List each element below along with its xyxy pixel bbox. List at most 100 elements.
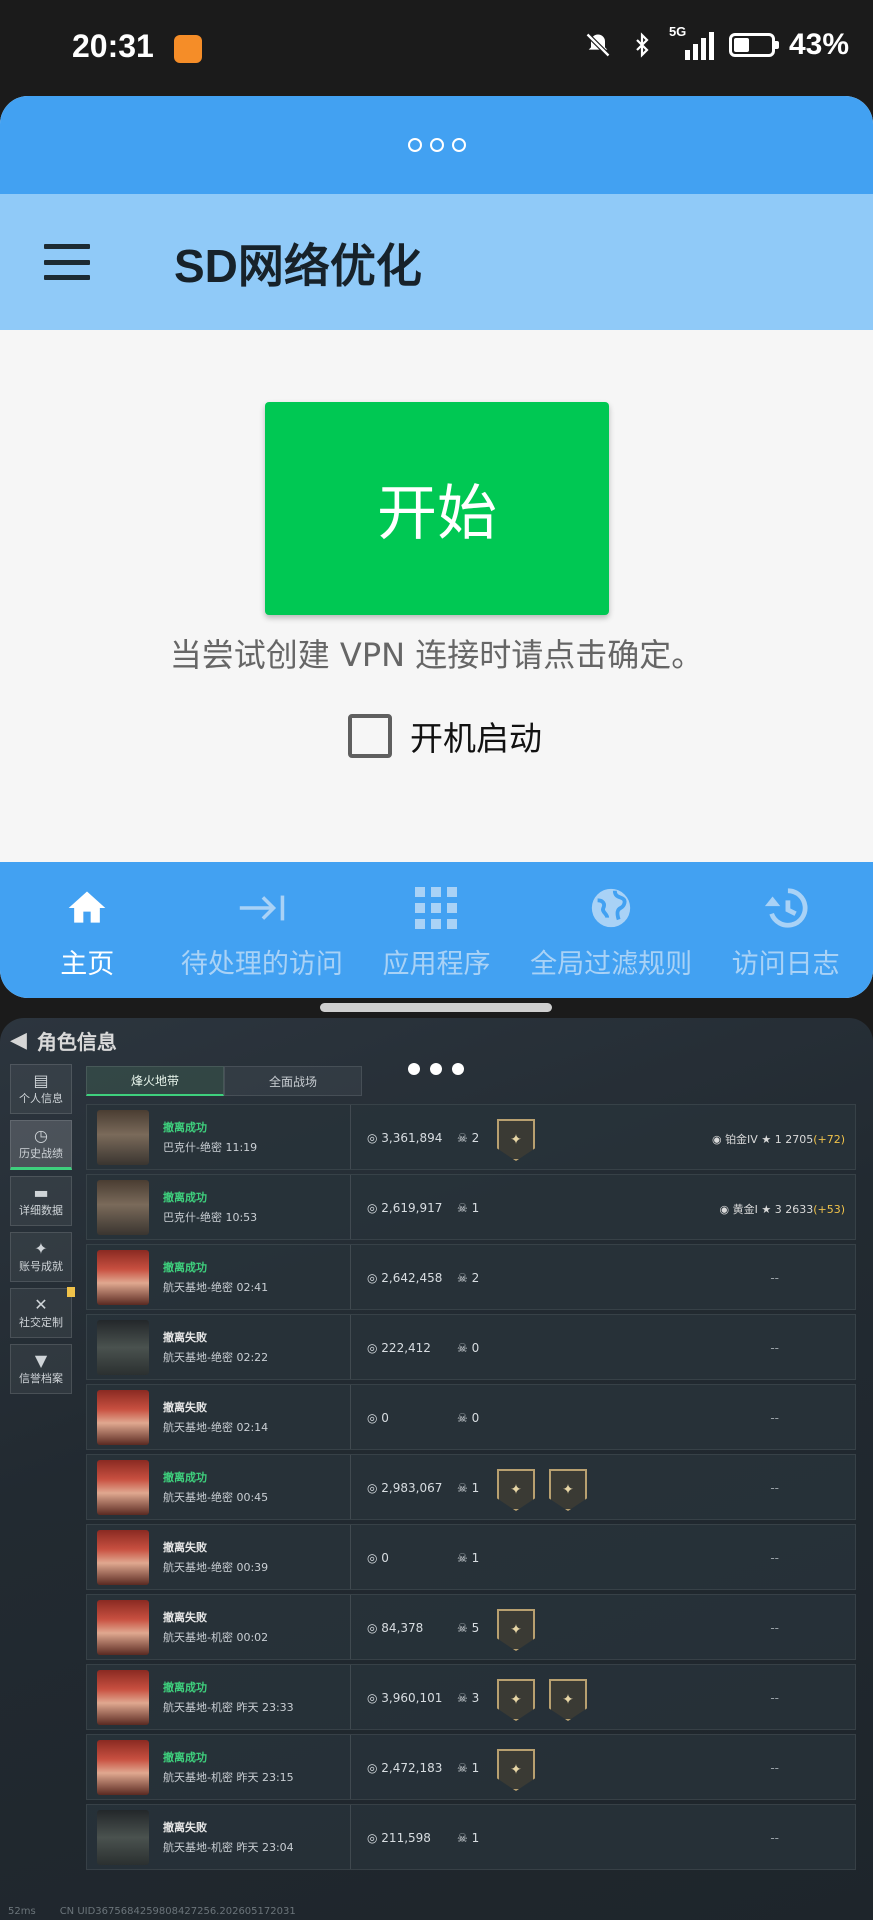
match-row[interactable]: 撤离成功 航天基地-机密 昨天 23:15 ◎ 2,472,183 ☠ 1 ✦ -- [86, 1734, 856, 1800]
rank-empty: -- [770, 1761, 779, 1775]
match-kills: ☠ 1 [457, 1551, 479, 1565]
skull-icon: ☠ [457, 1201, 472, 1215]
medal-group: ✦ [497, 1609, 535, 1651]
coin-icon: ◎ [367, 1271, 382, 1285]
nav-access-log[interactable]: 访问日志 [698, 862, 873, 998]
row-divider [350, 1805, 351, 1869]
tab-hazard-zone[interactable]: 烽火地带 [86, 1066, 224, 1096]
tab-full-battlefield[interactable]: 全面战场 [224, 1066, 362, 1096]
kills-value: 5 [471, 1621, 480, 1635]
rank-info: ◉ 铂金IV ★ 1 2705(+72) [712, 1131, 845, 1147]
sidebar-item-label: 账号成就 [19, 1260, 63, 1273]
operator-avatar [97, 1180, 149, 1235]
match-row[interactable]: 撤离失败 航天基地-机密 昨天 23:04 ◎ 211,598 ☠ 1 -- [86, 1804, 856, 1870]
coin-icon: ◎ [367, 1691, 382, 1705]
row-divider [350, 1315, 351, 1379]
operator-avatar [97, 1810, 149, 1865]
uid-text: CN UID3675684259808427256.202605172031 [59, 1905, 296, 1917]
nav-label: 待处理的访问 [180, 949, 343, 980]
start-button[interactable]: 开始 [265, 402, 609, 615]
match-kills: ☠ 3 [457, 1691, 479, 1705]
medal-badge-icon[interactable]: ✦ [549, 1469, 587, 1511]
window-options-handle[interactable] [408, 1063, 464, 1075]
match-map-time: 航天基地-机密 昨天 23:33 [163, 1701, 294, 1714]
rank-name: 黄金I [732, 1203, 758, 1216]
window-options-handle[interactable] [0, 96, 873, 194]
money-value: 2,619,917 [381, 1201, 443, 1215]
match-money: ◎ 2,472,183 [367, 1761, 442, 1775]
kills-value: 2 [471, 1131, 480, 1145]
match-map-time: 航天基地-机密 00:02 [163, 1631, 269, 1644]
mode-tabs: 烽火地带 全面战场 [86, 1066, 362, 1096]
match-kills: ☠ 5 [457, 1621, 479, 1635]
rank-empty: -- [770, 1831, 779, 1845]
match-map-time: 航天基地-绝密 00:45 [163, 1491, 269, 1504]
kills-value: 2 [471, 1271, 480, 1285]
sidebar-item-achievements[interactable]: ✦ 账号成就 [10, 1232, 72, 1282]
money-value: 3,960,101 [381, 1691, 443, 1705]
kills-value: 1 [471, 1201, 480, 1215]
operator-avatar [97, 1530, 149, 1585]
menu-icon[interactable] [44, 244, 90, 280]
rank-empty: -- [770, 1691, 779, 1705]
medal-badge-icon[interactable]: ✦ [497, 1469, 535, 1511]
skull-icon: ☠ [457, 1131, 472, 1145]
row-divider [350, 1595, 351, 1659]
match-kills: ☠ 0 [457, 1411, 479, 1425]
medal-badge-icon[interactable]: ✦ [497, 1679, 535, 1721]
match-row[interactable]: 撤离成功 巴克什-绝密 11:19 ◎ 3,361,894 ☠ 2 ✦ ◉ 铂金IV ★ … [86, 1104, 856, 1170]
match-status: 撤离失败 [163, 1821, 207, 1834]
match-row[interactable]: 撤离成功 航天基地-绝密 02:41 ◎ 2,642,458 ☠ 2 -- [86, 1244, 856, 1310]
sidebar-item-label: 历史战绩 [19, 1147, 63, 1160]
medal-badge-icon[interactable]: ✦ [497, 1119, 535, 1161]
rank-stars: 1 [774, 1133, 782, 1146]
nav-apps[interactable]: 应用程序 [349, 862, 524, 998]
sidebar-item-social[interactable]: ✕ 社交定制 [10, 1287, 75, 1338]
window-dot [429, 138, 444, 152]
skull-icon: ☠ [457, 1761, 472, 1775]
folder-icon: ▬ [33, 1183, 49, 1202]
nav-home[interactable]: 主页 [0, 862, 175, 998]
match-row[interactable]: 撤离成功 巴克什-绝密 10:53 ◎ 2,619,917 ☠ 1 ◉ 黄金I ★ 3 … [86, 1174, 856, 1240]
window-dot [407, 138, 422, 152]
nav-global-rules[interactable]: 全局过滤规则 [524, 862, 699, 998]
sidebar-item-details[interactable]: ▬ 详细数据 [10, 1176, 72, 1226]
sidebar-item-profile[interactable]: ▤ 个人信息 [10, 1064, 72, 1114]
match-row[interactable]: 撤离失败 航天基地-绝密 02:22 ◎ 222,412 ☠ 0 -- [86, 1314, 856, 1380]
sidebar-item-reputation[interactable]: ▼ 信誉档案 [10, 1344, 72, 1394]
status-bar: 20:31 5G 43% [0, 0, 873, 96]
sidebar-item-history[interactable]: ◷ 历史战绩 [10, 1120, 72, 1170]
bottom-nav: 主页 待处理的访问 应用程序 全局过滤规则 访问日志 [0, 862, 873, 998]
coin-icon: ◎ [367, 1761, 382, 1775]
split-screen-divider[interactable] [320, 1003, 552, 1012]
operator-avatar [97, 1460, 149, 1515]
kills-value: 1 [471, 1761, 480, 1775]
operator-avatar [97, 1600, 149, 1655]
match-money: ◎ 211,598 [367, 1831, 431, 1845]
medal-badge-icon[interactable]: ✦ [497, 1609, 535, 1651]
money-value: 0 [381, 1411, 389, 1425]
medal-icon: ✦ [34, 1239, 48, 1258]
notification-app-icon [174, 35, 202, 63]
coin-icon: ◎ [367, 1341, 382, 1355]
match-status: 撤离失败 [163, 1401, 207, 1414]
money-value: 0 [381, 1551, 389, 1565]
match-row[interactable]: 撤离成功 航天基地-机密 昨天 23:33 ◎ 3,960,101 ☠ 3 ✦ ✦ -- [86, 1664, 856, 1730]
match-row[interactable]: 撤离失败 航天基地-机密 00:02 ◎ 84,378 ☠ 5 ✦ -- [86, 1594, 856, 1660]
back-icon[interactable]: ◀ [10, 1028, 27, 1053]
skull-icon: ☠ [457, 1341, 472, 1355]
autostart-checkbox[interactable] [348, 714, 392, 758]
rank-delta: (+53) [813, 1203, 845, 1216]
nav-pending[interactable]: 待处理的访问 [175, 862, 350, 998]
row-divider [350, 1385, 351, 1449]
autostart-row[interactable]: 开机启动 [348, 712, 542, 760]
rank-empty: -- [770, 1411, 779, 1425]
match-row[interactable]: 撤离失败 航天基地-绝密 00:39 ◎ 0 ☠ 1 -- [86, 1524, 856, 1590]
medal-badge-icon[interactable]: ✦ [497, 1749, 535, 1791]
match-row[interactable]: 撤离成功 航天基地-绝密 00:45 ◎ 2,983,067 ☠ 1 ✦ ✦ -- [86, 1454, 856, 1520]
match-row[interactable]: 撤离失败 航天基地-绝密 02:14 ◎ 0 ☠ 0 -- [86, 1384, 856, 1450]
medal-badge-icon[interactable]: ✦ [549, 1679, 587, 1721]
medal-group: ✦ ✦ [497, 1679, 587, 1721]
status-icons: 5G 43% [583, 24, 849, 62]
coin-icon: ◎ [367, 1411, 382, 1425]
